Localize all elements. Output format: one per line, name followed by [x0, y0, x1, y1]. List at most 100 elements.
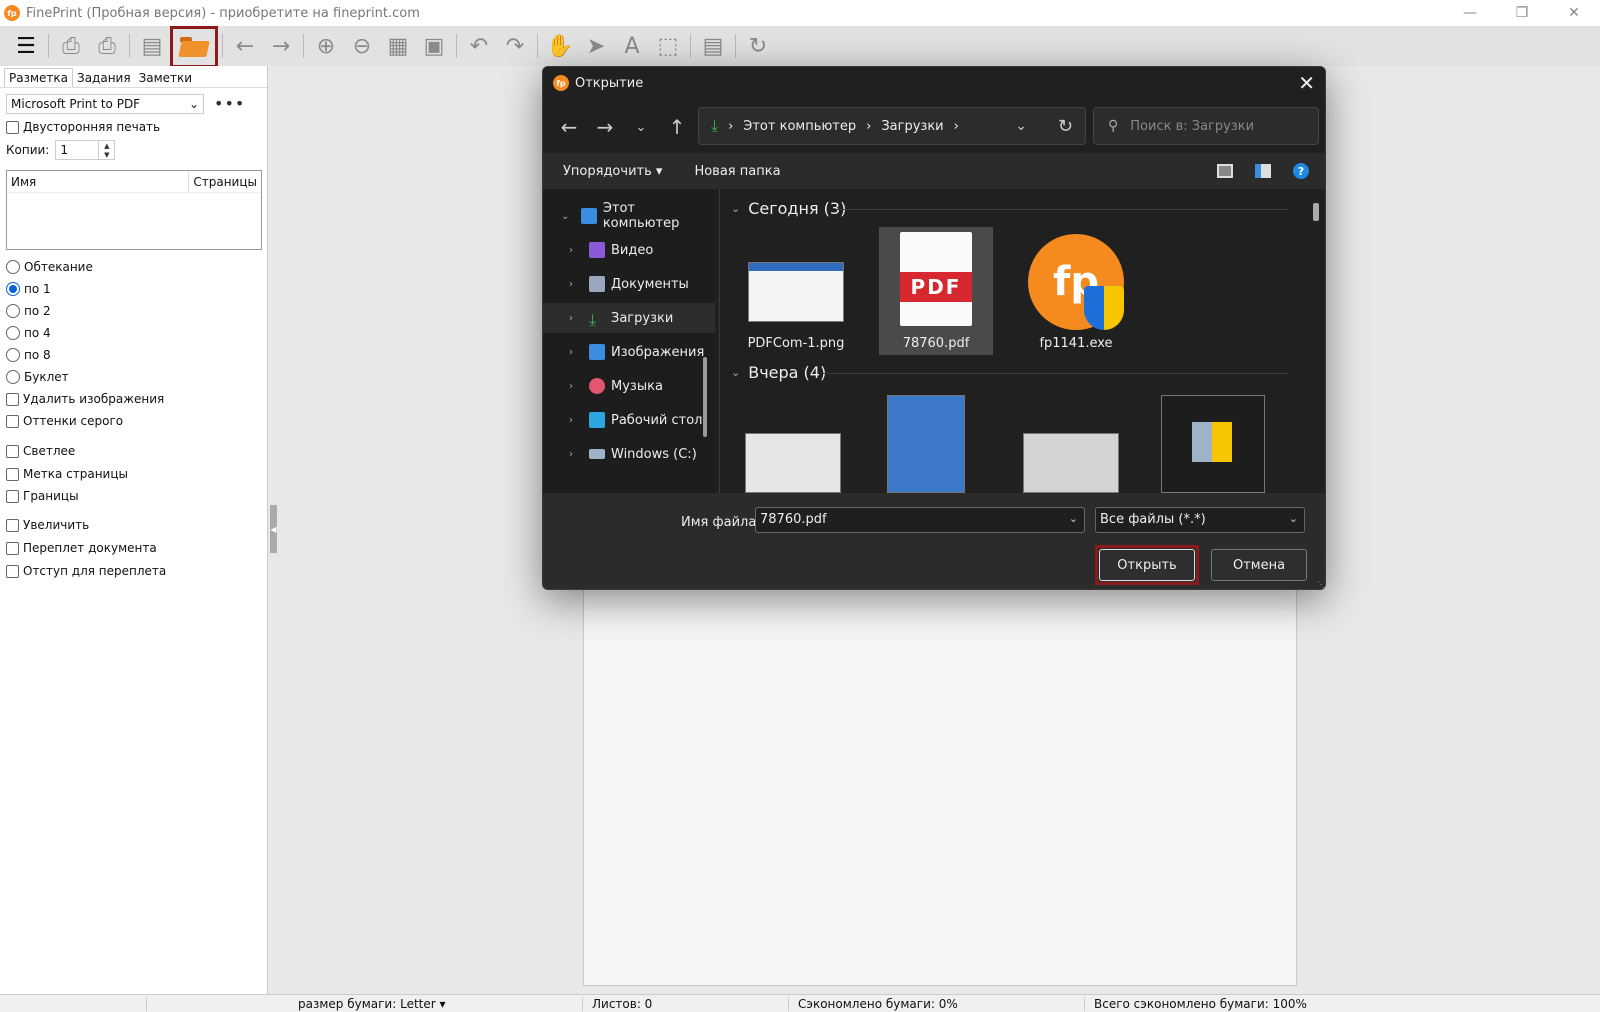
chevron-right-icon[interactable]: ›	[569, 245, 581, 256]
column-pages[interactable]: Страницы	[189, 171, 261, 192]
file-type-select[interactable]: Все файлы (*.*) ⌄	[1095, 507, 1305, 533]
select-icon[interactable]: ⬚	[650, 29, 686, 63]
enlarge-checkbox[interactable]: Увеличить	[6, 518, 89, 532]
chevron-right-icon[interactable]: ›	[569, 449, 581, 460]
document-icon[interactable]: ▤	[695, 29, 731, 63]
open-folder-button[interactable]	[170, 26, 218, 68]
recent-locations-icon[interactable]: ⌄	[623, 120, 659, 135]
grayscale-checkbox[interactable]: Оттенки серого	[6, 414, 123, 428]
chevron-right-icon[interactable]: ›	[569, 381, 581, 392]
file-item-png[interactable]: PDFCom-1.png	[739, 227, 853, 355]
zoom-in-icon[interactable]: ⊕	[308, 29, 344, 63]
refresh-icon[interactable]: ↻	[740, 29, 776, 63]
tab-layout[interactable]: Разметка	[4, 68, 73, 87]
address-bar[interactable]: ⤓ › Этот компьютер › Загрузки › ⌄ ↻	[698, 107, 1086, 145]
group-header-today[interactable]: ⌄ Сегодня (3)	[731, 199, 846, 218]
chevron-down-icon[interactable]: ⌄	[561, 211, 573, 222]
chevron-right-icon[interactable]: ›	[569, 313, 581, 324]
file-item-pdf[interactable]: PDF 78760.pdf	[879, 227, 993, 355]
file-item-photo[interactable]	[1023, 433, 1119, 493]
undo-icon[interactable]: ↶	[461, 29, 497, 63]
chevron-right-icon[interactable]: ›	[569, 279, 581, 290]
panel-collapse-handle[interactable]: ◀	[270, 505, 277, 553]
resize-grip-icon[interactable]: ⋱	[1317, 580, 1325, 589]
tab-notes[interactable]: Заметки	[135, 69, 197, 87]
radio-wrap[interactable]: Обтекание	[6, 260, 93, 274]
sidebar-item-desktop[interactable]: › Рабочий стол	[543, 405, 715, 435]
forward-arrow-icon[interactable]: →	[263, 29, 299, 63]
jobs-table[interactable]: Имя Страницы	[6, 170, 262, 250]
help-icon[interactable]: ?	[1293, 163, 1309, 179]
gutter-checkbox[interactable]: Отступ для переплета	[6, 564, 166, 578]
dialog-close-icon[interactable]: ✕	[1298, 71, 1315, 95]
printer-select[interactable]: Microsoft Print to PDF ⌄	[6, 94, 204, 114]
chevron-down-icon[interactable]: ⌄	[1015, 118, 1027, 134]
binding-checkbox[interactable]: Переплет документа	[6, 541, 157, 555]
tab-jobs[interactable]: Задания	[73, 69, 135, 87]
fit-icon[interactable]: ▣	[416, 29, 452, 63]
back-icon[interactable]: ←	[551, 115, 587, 139]
sidebar-item-pictures[interactable]: › Изображения	[543, 337, 715, 367]
restore-icon[interactable]: ❐	[1496, 0, 1548, 26]
duplex-checkbox[interactable]: Двусторонняя печать	[6, 120, 160, 134]
close-icon[interactable]: ✕	[1548, 0, 1600, 26]
open-button[interactable]: Открыть	[1099, 549, 1195, 581]
cancel-button[interactable]: Отмена	[1211, 549, 1307, 581]
page-label-checkbox[interactable]: Метка страницы	[6, 467, 128, 481]
more-options-button[interactable]: •••	[214, 94, 245, 113]
file-item-setup[interactable]	[1161, 395, 1265, 493]
radio-2-up[interactable]: по 2	[6, 304, 51, 318]
grid-icon[interactable]: ▦	[380, 29, 416, 63]
search-input[interactable]: ⚲ Поиск в: Загрузки	[1093, 107, 1319, 145]
chevron-down-icon[interactable]: ⌄	[1289, 512, 1298, 525]
remove-images-checkbox[interactable]: Удалить изображения	[6, 392, 164, 406]
redo-icon[interactable]: ↷	[497, 29, 533, 63]
chevron-right-icon[interactable]: ›	[569, 415, 581, 426]
pane-divider[interactable]	[719, 189, 720, 493]
borders-checkbox[interactable]: Границы	[6, 489, 79, 503]
radio-1-up[interactable]: по 1	[6, 282, 51, 296]
stepper-down-icon[interactable]: ▼	[104, 151, 109, 159]
column-name[interactable]: Имя	[7, 171, 190, 192]
copies-stepper[interactable]: 1 ▲ ▼	[55, 140, 116, 160]
radio-4-up[interactable]: по 4	[6, 326, 51, 340]
menu-icon[interactable]: ☰	[8, 29, 44, 63]
print-setup-icon[interactable]: ⎙	[89, 29, 125, 63]
hand-icon[interactable]: ✋	[542, 29, 578, 63]
sidebar-item-documents[interactable]: › Документы	[543, 269, 715, 299]
sidebar-item-video[interactable]: › Видео	[543, 235, 715, 265]
nav-scrollbar[interactable]	[703, 357, 707, 437]
refresh-icon[interactable]: ↻	[1058, 116, 1073, 137]
save-icon[interactable]: ▤	[134, 29, 170, 63]
view-mode-icon[interactable]	[1217, 164, 1233, 178]
up-icon[interactable]: ↑	[659, 115, 695, 139]
radio-booklet[interactable]: Буклет	[6, 370, 69, 384]
new-folder-button[interactable]: Новая папка	[694, 164, 780, 179]
filename-input[interactable]: 78760.pdf ⌄	[755, 507, 1085, 533]
print-icon[interactable]: ⎙	[53, 29, 89, 63]
stepper-up-icon[interactable]: ▲	[104, 142, 109, 150]
minimize-icon[interactable]: —	[1444, 0, 1496, 26]
stepper-arrows[interactable]: ▲ ▼	[98, 141, 114, 159]
file-item-exe[interactable]: fp fp1141.exe	[1019, 227, 1133, 355]
sidebar-item-drive-c[interactable]: › Windows (C:)	[543, 439, 715, 469]
organize-button[interactable]: Упорядочить ▾	[563, 164, 662, 179]
file-list-scrollbar[interactable]	[1313, 203, 1319, 221]
forward-icon[interactable]: →	[587, 115, 623, 139]
preview-pane-icon[interactable]	[1255, 164, 1271, 178]
group-header-yesterday[interactable]: ⌄ Вчера (4)	[731, 363, 826, 382]
text-icon[interactable]: A	[614, 29, 650, 63]
lighter-checkbox[interactable]: Светлее	[6, 444, 75, 458]
breadcrumb-this-pc[interactable]: Этот компьютер	[743, 119, 856, 134]
file-item-installer[interactable]	[887, 395, 965, 493]
sidebar-item-music[interactable]: › Музыка	[543, 371, 715, 401]
sidebar-item-this-pc[interactable]: ⌄ Этот компьютер	[543, 201, 715, 231]
zoom-out-icon[interactable]: ⊖	[344, 29, 380, 63]
back-arrow-icon[interactable]: ←	[227, 29, 263, 63]
breadcrumb-downloads[interactable]: Загрузки	[881, 119, 943, 134]
chevron-down-icon[interactable]: ⌄	[1069, 512, 1078, 525]
paper-size-selector[interactable]: размер бумаги: Letter ▾	[298, 997, 446, 1011]
radio-8-up[interactable]: по 8	[6, 348, 51, 362]
sidebar-item-downloads[interactable]: › ⤓ Загрузки	[543, 303, 715, 333]
file-item-screenshot[interactable]	[745, 433, 841, 493]
